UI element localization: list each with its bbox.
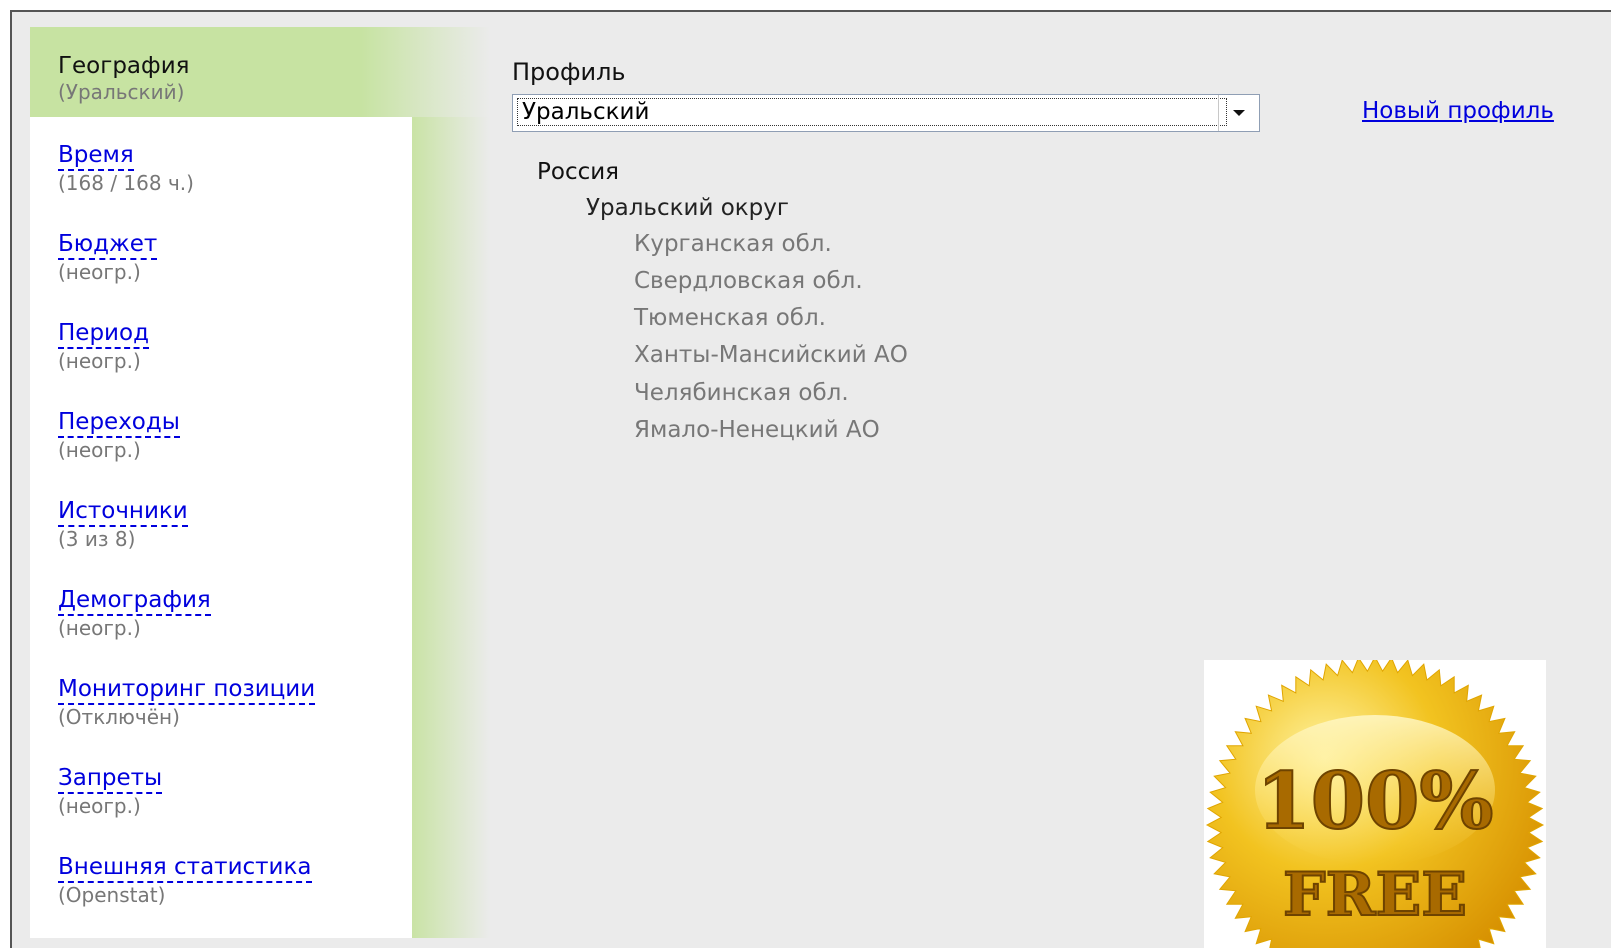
- badge-text-percent: 100%: [1257, 756, 1494, 847]
- profile-select[interactable]: Уральский: [512, 94, 1260, 132]
- sidebar-item-demography[interactable]: Демография (неогр.): [58, 586, 211, 640]
- sidebar-item-bans[interactable]: Запреты (неогр.): [58, 764, 163, 818]
- sidebar-item-sub: (неогр.): [58, 616, 141, 640]
- sidebar-item-sub: (неогр.): [58, 349, 141, 373]
- sidebar-item-sub: (3 из 8): [58, 527, 136, 551]
- badge-text-free: FREE: [1283, 860, 1467, 930]
- sidebar-item-clicks[interactable]: Переходы (неогр.): [58, 408, 180, 462]
- sidebar-item-label[interactable]: Мониторинг позиции: [58, 675, 316, 705]
- free-badge-image: 100% FREE: [1204, 660, 1546, 948]
- dropdown-button[interactable]: [1218, 95, 1259, 131]
- tree-region[interactable]: Курганская обл.: [634, 230, 832, 258]
- sidebar-item-geography[interactable]: География (Уральский): [58, 52, 189, 104]
- profile-label: Профиль: [512, 58, 626, 86]
- sidebar-item-sub: (Уральский): [58, 80, 185, 104]
- sidebar-item-label[interactable]: Демография: [58, 586, 211, 616]
- sidebar-item-sub: (неогр.): [58, 438, 141, 462]
- sidebar-item-sub: (неогр.): [58, 260, 141, 284]
- sidebar-item-external-stats[interactable]: Внешняя статистика (Openstat): [58, 853, 312, 907]
- tree-district[interactable]: Уральский округ: [586, 194, 789, 222]
- tree-region[interactable]: Свердловская обл.: [634, 267, 863, 295]
- sidebar-item-sources[interactable]: Источники (3 из 8): [58, 497, 188, 551]
- sidebar-item-label[interactable]: Внешняя статистика: [58, 853, 312, 883]
- sidebar-item-sub: (168 / 168 ч.): [58, 171, 194, 195]
- sidebar-item-label[interactable]: Период: [58, 319, 149, 349]
- sidebar-item-time[interactable]: Время (168 / 168 ч.): [58, 141, 194, 195]
- sidebar-item-label[interactable]: Переходы: [58, 408, 180, 438]
- chevron-down-icon: [1233, 110, 1245, 116]
- seal-icon: 100% FREE: [1205, 660, 1545, 948]
- sidebar-item-label[interactable]: Источники: [58, 497, 188, 527]
- tree-region[interactable]: Челябинская обл.: [634, 379, 849, 407]
- tree-region[interactable]: Ханты-Мансийский АО: [634, 341, 908, 369]
- sidebar-item-label[interactable]: Время: [58, 141, 134, 171]
- tree-region[interactable]: Тюменская обл.: [634, 304, 826, 332]
- sidebar-item-budget[interactable]: Бюджет (неогр.): [58, 230, 158, 284]
- sidebar-item-label[interactable]: Запреты: [58, 764, 163, 794]
- tree-region[interactable]: Ямало-Ненецкий АО: [634, 416, 880, 444]
- profile-select-value: Уральский: [517, 98, 1227, 126]
- sidebar-item-position-monitoring[interactable]: Мониторинг позиции (Отключён): [58, 675, 316, 729]
- sidebar-item-sub: (Отключён): [58, 705, 180, 729]
- new-profile-link[interactable]: Новый профиль: [1362, 98, 1554, 124]
- sidebar-item-sub: (Openstat): [58, 883, 166, 907]
- sidebar-item-label[interactable]: Бюджет: [58, 230, 158, 260]
- tree-country[interactable]: Россия: [537, 158, 619, 186]
- sidebar-item-period[interactable]: Период (неогр.): [58, 319, 149, 373]
- sidebar-item-sub: (неогр.): [58, 794, 141, 818]
- sidebar-item-label: География: [58, 53, 190, 79]
- sidebar-fade: [412, 27, 490, 938]
